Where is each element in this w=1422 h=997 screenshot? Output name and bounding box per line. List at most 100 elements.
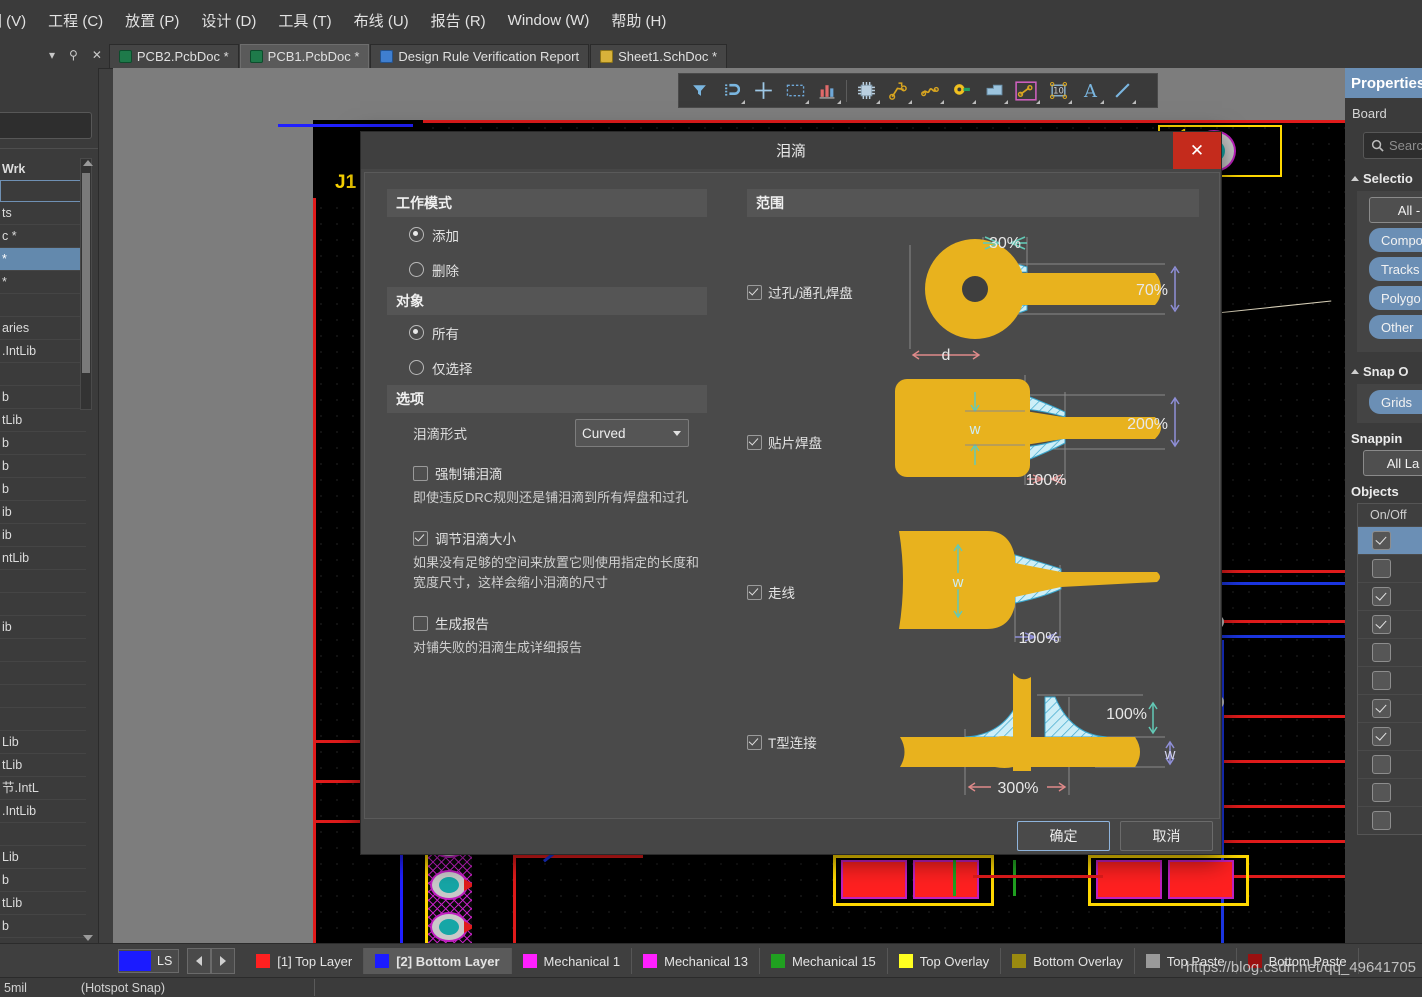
radio-work-mode-remove[interactable]: 删除 bbox=[387, 252, 707, 287]
tree-row[interactable] bbox=[0, 363, 86, 386]
row-checkbox[interactable] bbox=[1372, 559, 1391, 578]
close-icon[interactable]: ✕ bbox=[85, 48, 109, 62]
tab-pcb1[interactable]: PCB1.PcbDoc * bbox=[239, 44, 370, 68]
ok-button[interactable]: 确定 bbox=[1017, 821, 1110, 851]
place-line-icon[interactable] bbox=[1106, 76, 1138, 105]
pad[interactable] bbox=[432, 914, 472, 940]
tree-row[interactable]: b bbox=[0, 478, 86, 501]
menu-item-tools[interactable]: 工具 (T) bbox=[267, 6, 342, 35]
layer-next-button[interactable] bbox=[211, 948, 236, 974]
tree-row[interactable]: ib bbox=[0, 501, 86, 524]
layer-tab-top-layer[interactable]: [1] Top Layer bbox=[245, 948, 365, 974]
properties-search-input[interactable]: Searc bbox=[1363, 132, 1422, 159]
tab-drc-report[interactable]: Design Rule Verification Report bbox=[370, 44, 590, 68]
pad[interactable] bbox=[1096, 860, 1162, 899]
tree-row[interactable]: Lib bbox=[0, 731, 86, 754]
teardrop-style-select[interactable]: Curved bbox=[575, 419, 689, 447]
tree-row[interactable]: ntLib bbox=[0, 547, 86, 570]
close-icon[interactable]: ✕ bbox=[1173, 132, 1221, 169]
layer-set-selector[interactable]: LS bbox=[118, 949, 180, 973]
checkbox-adjust-size[interactable]: 调节泪滴大小 bbox=[387, 528, 707, 548]
row-checkbox[interactable] bbox=[1372, 727, 1391, 746]
checkbox-scope-smd[interactable]: 贴片焊盘 bbox=[747, 432, 865, 452]
tree-row[interactable]: b bbox=[0, 386, 86, 409]
layer-prev-button[interactable] bbox=[187, 948, 212, 974]
tree-row-selected[interactable]: * bbox=[0, 248, 86, 271]
snapping-layers-select[interactable]: All La bbox=[1363, 450, 1422, 476]
table-row[interactable] bbox=[1358, 638, 1422, 666]
tree-row[interactable]: b bbox=[0, 869, 86, 892]
checkbox-generate-report[interactable]: 生成报告 bbox=[387, 613, 707, 633]
place-polygon-icon[interactable] bbox=[978, 76, 1010, 105]
tree-row[interactable]: b bbox=[0, 915, 86, 938]
menu-item-place[interactable]: 放置 (P) bbox=[114, 6, 190, 35]
menu-item-route[interactable]: 布线 (U) bbox=[343, 6, 420, 35]
radio-work-mode-add[interactable]: 添加 bbox=[387, 217, 707, 252]
tree-row[interactable]: tLib bbox=[0, 754, 86, 777]
menu-item-design[interactable]: 设计 (D) bbox=[190, 6, 267, 35]
filter-tracks-button[interactable]: Tracks bbox=[1369, 257, 1422, 281]
row-checkbox[interactable] bbox=[1372, 671, 1391, 690]
pad[interactable] bbox=[432, 872, 472, 898]
table-row[interactable] bbox=[1358, 610, 1422, 638]
filter-other-button[interactable]: Other bbox=[1369, 315, 1422, 339]
radio-object-all[interactable]: 所有 bbox=[387, 315, 707, 350]
layer-tab-mechanical-1[interactable]: Mechanical 1 bbox=[512, 948, 633, 974]
tree-row[interactable]: * bbox=[0, 271, 86, 294]
checkbox-scope-tjunction[interactable]: T型连接 bbox=[747, 732, 865, 752]
pin-icon[interactable]: ⚲ bbox=[62, 48, 85, 62]
row-checkbox[interactable] bbox=[1372, 811, 1391, 830]
bar-chart-icon[interactable] bbox=[811, 76, 843, 105]
layer-tab-mechanical-15[interactable]: Mechanical 15 bbox=[760, 948, 888, 974]
tree-row[interactable]: b bbox=[0, 455, 86, 478]
snap-grids-button[interactable]: Grids bbox=[1369, 390, 1422, 414]
dropdown-icon[interactable]: ▾ bbox=[42, 48, 62, 62]
tree-row[interactable] bbox=[0, 570, 86, 593]
tree-row[interactable]: ib bbox=[0, 616, 86, 639]
row-checkbox[interactable] bbox=[1372, 531, 1391, 550]
dimension-icon[interactable]: 10 bbox=[1042, 76, 1074, 105]
menu-item-view[interactable]: 图 (V) bbox=[0, 6, 37, 35]
place-arc-icon[interactable] bbox=[914, 76, 946, 105]
teardrop-dialog[interactable]: 泪滴 ✕ 工作模式 添加 删除 对象 所有 仅选择 选项 泪滴形式 Curved… bbox=[360, 131, 1222, 855]
filter-components-button[interactable]: Compo bbox=[1369, 228, 1422, 252]
menu-item-help[interactable]: 帮助 (H) bbox=[600, 6, 677, 35]
table-row[interactable] bbox=[1358, 666, 1422, 694]
tree-row[interactable] bbox=[0, 685, 86, 708]
table-row[interactable] bbox=[1358, 750, 1422, 778]
tree-row[interactable]: c * bbox=[0, 225, 86, 248]
place-pad-icon[interactable] bbox=[946, 76, 978, 105]
tree-row[interactable]: Wrk bbox=[0, 158, 86, 180]
tree-row[interactable]: Lib bbox=[0, 846, 86, 869]
tree-row[interactable]: b bbox=[0, 432, 86, 455]
tree-row[interactable]: 节.IntL bbox=[0, 777, 86, 800]
tree-row[interactable]: tLib bbox=[0, 892, 86, 915]
checkbox-scope-track[interactable]: 走线 bbox=[747, 582, 865, 602]
menu-item-window[interactable]: Window (W) bbox=[497, 8, 601, 33]
layer-tab-bottom-overlay[interactable]: Bottom Overlay bbox=[1001, 948, 1135, 974]
row-checkbox[interactable] bbox=[1372, 587, 1391, 606]
menu-item-reports[interactable]: 报告 (R) bbox=[420, 6, 497, 35]
filter-icon[interactable] bbox=[683, 76, 715, 105]
pad[interactable] bbox=[913, 860, 979, 899]
pad[interactable] bbox=[841, 860, 907, 899]
radio-object-selected-only[interactable]: 仅选择 bbox=[387, 350, 707, 385]
row-checkbox[interactable] bbox=[1372, 643, 1391, 662]
table-row[interactable] bbox=[1358, 694, 1422, 722]
tree-row[interactable]: .IntLib bbox=[0, 340, 86, 363]
menu-item-project[interactable]: 工程 (C) bbox=[37, 6, 114, 35]
tree-row[interactable] bbox=[0, 662, 86, 685]
magnet-icon[interactable] bbox=[715, 76, 747, 105]
place-text-icon[interactable]: A bbox=[1074, 76, 1106, 105]
tree-row[interactable]: ib bbox=[0, 524, 86, 547]
tree-row[interactable]: .IntLib bbox=[0, 800, 86, 823]
place-via-icon[interactable] bbox=[1010, 76, 1042, 105]
tree-row[interactable] bbox=[0, 593, 86, 616]
scroll-down-icon[interactable] bbox=[83, 935, 93, 941]
panel-scrollbar[interactable] bbox=[80, 158, 92, 410]
tree-row[interactable]: ts bbox=[0, 202, 86, 225]
pcb-toolbar[interactable]: 10 A bbox=[678, 73, 1158, 108]
section-selection-filter[interactable]: Selectio bbox=[1345, 171, 1422, 186]
table-row[interactable] bbox=[1358, 778, 1422, 806]
row-checkbox[interactable] bbox=[1372, 699, 1391, 718]
